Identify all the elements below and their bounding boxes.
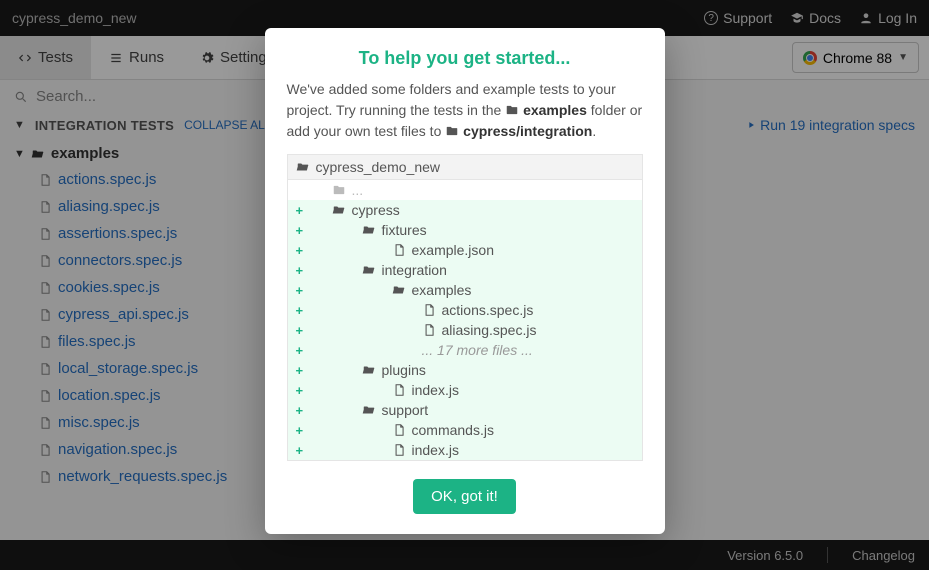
file-icon (392, 243, 406, 257)
folder-open-icon (362, 363, 376, 377)
scaffold-line: +fixtures (287, 220, 643, 240)
file-icon (392, 383, 406, 397)
scaffold-line: +commands.js (287, 420, 643, 440)
scaffold-ellipsis: ... (287, 180, 643, 200)
folder-open-icon (362, 403, 376, 417)
plus-icon: + (296, 363, 306, 378)
plus-icon: + (296, 323, 306, 338)
folder-open-icon (296, 160, 310, 174)
plus-icon: + (296, 283, 306, 298)
folder-icon (505, 103, 519, 117)
modal-overlay[interactable]: To help you get started... We've added s… (0, 0, 929, 570)
folder-open-icon (392, 283, 406, 297)
scaffold-line: +integration (287, 260, 643, 280)
scaffold-line: +index.js (287, 380, 643, 400)
onboarding-modal: To help you get started... We've added s… (265, 28, 665, 534)
file-icon (392, 443, 406, 457)
folder-open-icon (332, 203, 346, 217)
scaffold-line: +plugins (287, 360, 643, 380)
plus-icon: + (296, 203, 306, 218)
scaffold-tree: cypress_demo_new ... +cypress+fixtures+e… (287, 154, 643, 461)
plus-icon: + (296, 243, 306, 258)
plus-icon: + (296, 303, 306, 318)
scaffold-line: +actions.spec.js (287, 300, 643, 320)
scaffold-line: +... 17 more files ... (287, 340, 643, 360)
file-icon (422, 303, 436, 317)
file-icon (422, 323, 436, 337)
folder-icon (445, 124, 459, 138)
scaffold-line: +example.json (287, 240, 643, 260)
scaffold-line: +cypress (287, 200, 643, 220)
folder-open-icon (362, 223, 376, 237)
folder-icon (332, 183, 346, 197)
plus-icon: + (296, 383, 306, 398)
ok-button[interactable]: OK, got it! (413, 479, 516, 514)
plus-icon: + (296, 423, 306, 438)
modal-title: To help you get started... (287, 48, 643, 69)
scaffold-line: +aliasing.spec.js (287, 320, 643, 340)
scaffold-line: +support (287, 400, 643, 420)
plus-icon: + (296, 403, 306, 418)
plus-icon: + (296, 263, 306, 278)
scaffold-line: +index.js (287, 440, 643, 461)
folder-open-icon (362, 263, 376, 277)
plus-icon: + (296, 343, 306, 358)
plus-icon: + (296, 223, 306, 238)
scaffold-line: +examples (287, 280, 643, 300)
scaffold-root: cypress_demo_new (287, 154, 643, 180)
file-icon (392, 423, 406, 437)
modal-intro: We've added some folders and example tes… (287, 79, 643, 142)
plus-icon: + (296, 443, 306, 458)
